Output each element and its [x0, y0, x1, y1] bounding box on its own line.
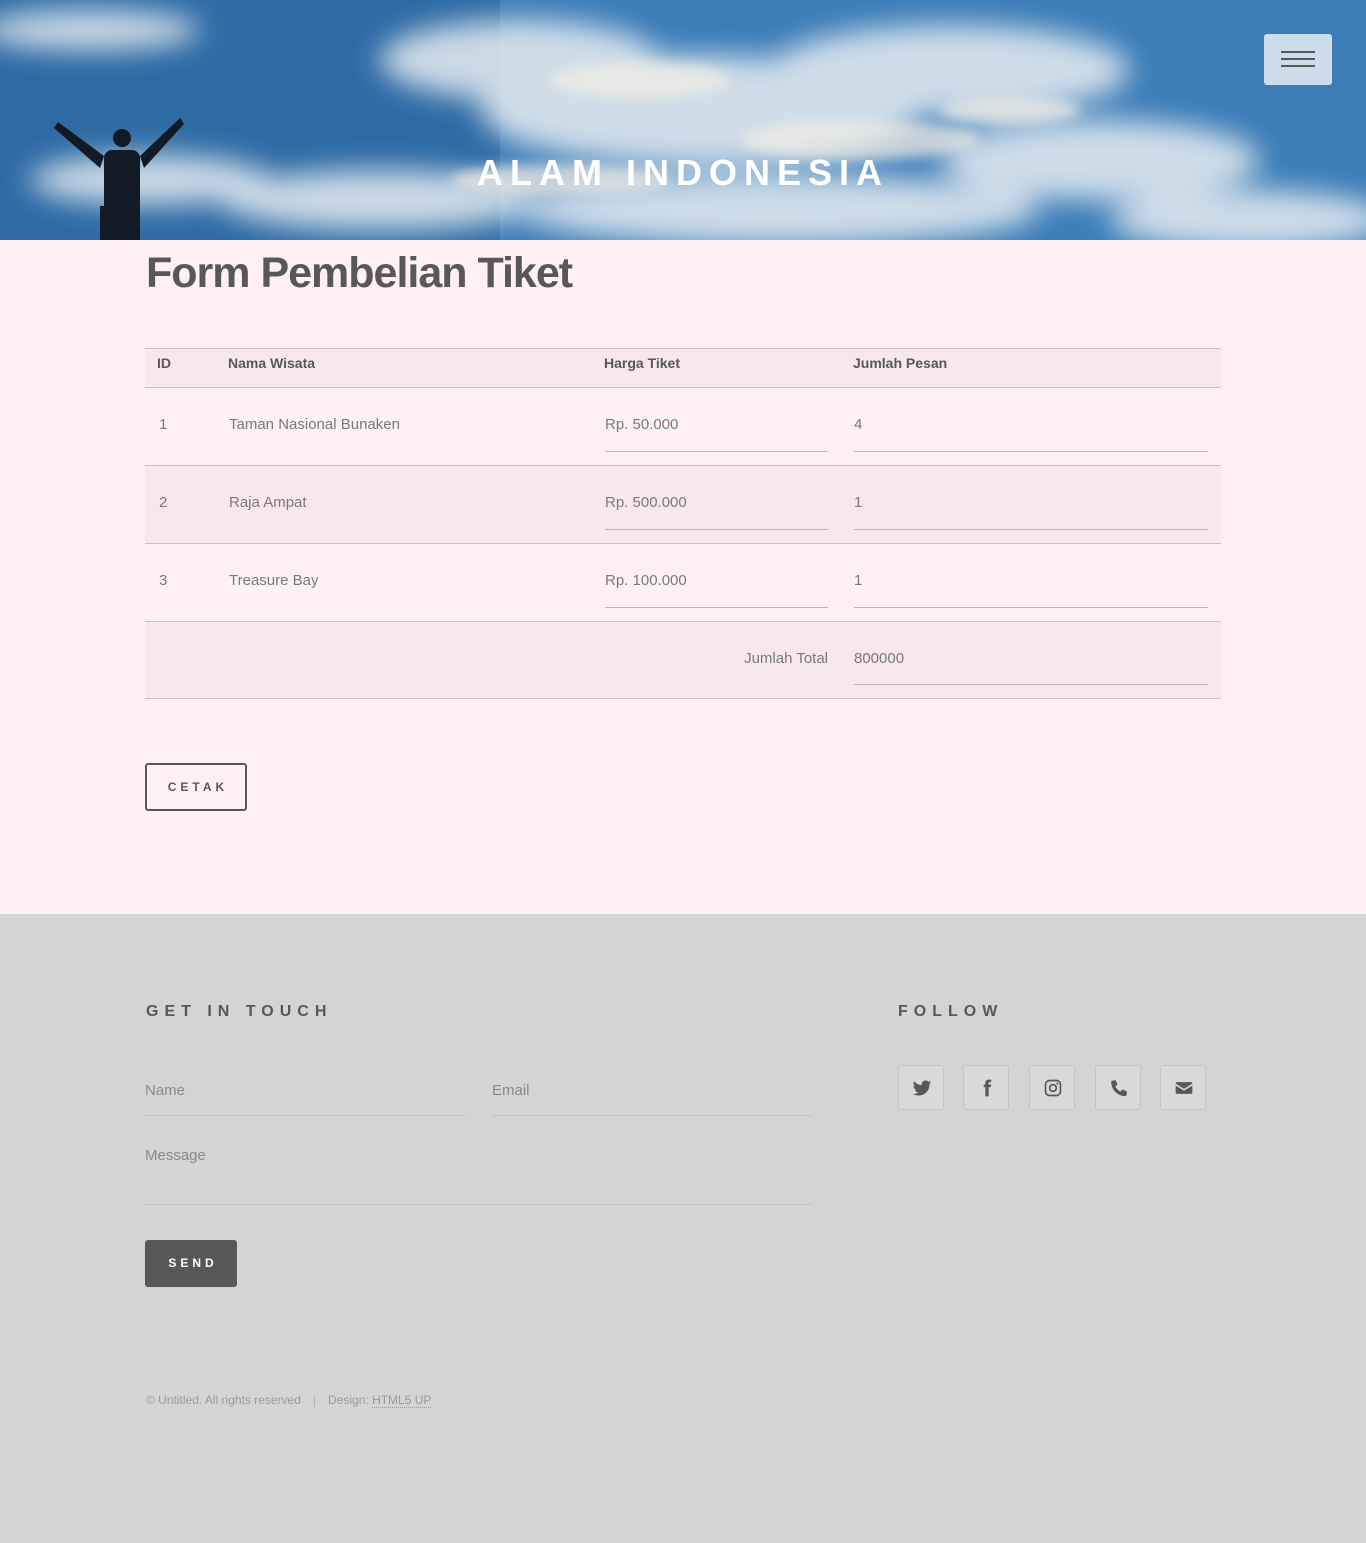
column-header-id: ID	[157, 355, 171, 371]
quantity-field[interactable]: 1	[854, 484, 1208, 530]
twitter-icon	[912, 1080, 932, 1096]
menu-toggle-button[interactable]	[1264, 34, 1332, 85]
table-row: 3 Treasure Bay Rp. 100.000 1	[145, 544, 1221, 622]
price-field[interactable]: Rp. 500.000	[605, 484, 828, 530]
follow-heading: FOLLOW	[898, 1003, 1004, 1020]
site-title[interactable]: ALAM INDONESIA	[0, 150, 1366, 196]
sky-background-image	[0, 0, 1366, 240]
header-banner: ALAM INDONESIA	[0, 0, 1366, 240]
send-button[interactable]: SEND	[145, 1240, 237, 1287]
separator: |	[312, 1393, 317, 1407]
instagram-icon	[1044, 1079, 1062, 1097]
quantity-field[interactable]: 4	[854, 406, 1208, 452]
table-row: 1 Taman Nasional Bunaken Rp. 50.000 4	[145, 388, 1221, 466]
price-field[interactable]: Rp. 100.000	[605, 562, 828, 608]
contact-heading: GET IN TOUCH	[146, 1003, 333, 1020]
name-input[interactable]: Name	[145, 1074, 466, 1116]
design-link[interactable]: HTML5 UP	[372, 1393, 432, 1408]
row-name: Raja Ampat	[229, 494, 307, 511]
column-header-name: Nama Wisata	[228, 355, 316, 371]
instagram-button[interactable]	[1029, 1065, 1075, 1110]
row-name: Taman Nasional Bunaken	[229, 416, 400, 433]
facebook-button[interactable]	[963, 1065, 1009, 1110]
email-input[interactable]: Email	[492, 1074, 813, 1116]
column-header-qty: Jumlah Pesan	[853, 355, 948, 371]
phone-icon	[1111, 1080, 1128, 1097]
price-field[interactable]: Rp. 50.000	[605, 406, 828, 452]
total-field[interactable]: 800000	[854, 640, 1208, 685]
copyright: © Untitled. All rights reserved | Design: …	[146, 1393, 432, 1408]
table-header: ID Nama Wisata Harga Tiket Jumlah Pesan	[145, 348, 1221, 388]
row-id: 2	[159, 494, 168, 511]
hamburger-menu-icon	[1281, 51, 1315, 53]
main-content: Form Pembelian Tiket ID Nama Wisata Harg…	[0, 240, 1366, 914]
table-row: 2 Raja Ampat Rp. 500.000 1	[145, 466, 1221, 544]
column-header-price: Harga Tiket	[604, 355, 680, 371]
copyright-text: © Untitled. All rights reserved	[146, 1393, 301, 1407]
design-label: Design:	[328, 1393, 369, 1407]
footer: GET IN TOUCH Name Email Message SEND FOL…	[0, 914, 1366, 1543]
print-button[interactable]: CETAK	[145, 763, 247, 811]
total-row: Jumlah Total 800000	[145, 622, 1221, 699]
message-textarea[interactable]: Message	[145, 1140, 813, 1205]
row-name: Treasure Bay	[229, 572, 319, 589]
phone-button[interactable]	[1095, 1065, 1141, 1110]
facebook-icon	[983, 1079, 992, 1097]
quantity-field[interactable]: 1	[854, 562, 1208, 608]
row-id: 3	[159, 572, 168, 589]
page-title: Form Pembelian Tiket	[146, 249, 573, 297]
twitter-button[interactable]	[898, 1065, 944, 1110]
ticket-table: ID Nama Wisata Harga Tiket Jumlah Pesan …	[145, 348, 1221, 699]
total-label: Jumlah Total	[744, 650, 828, 667]
email-button[interactable]	[1160, 1065, 1206, 1110]
envelope-icon	[1175, 1082, 1193, 1094]
row-id: 1	[159, 416, 168, 433]
